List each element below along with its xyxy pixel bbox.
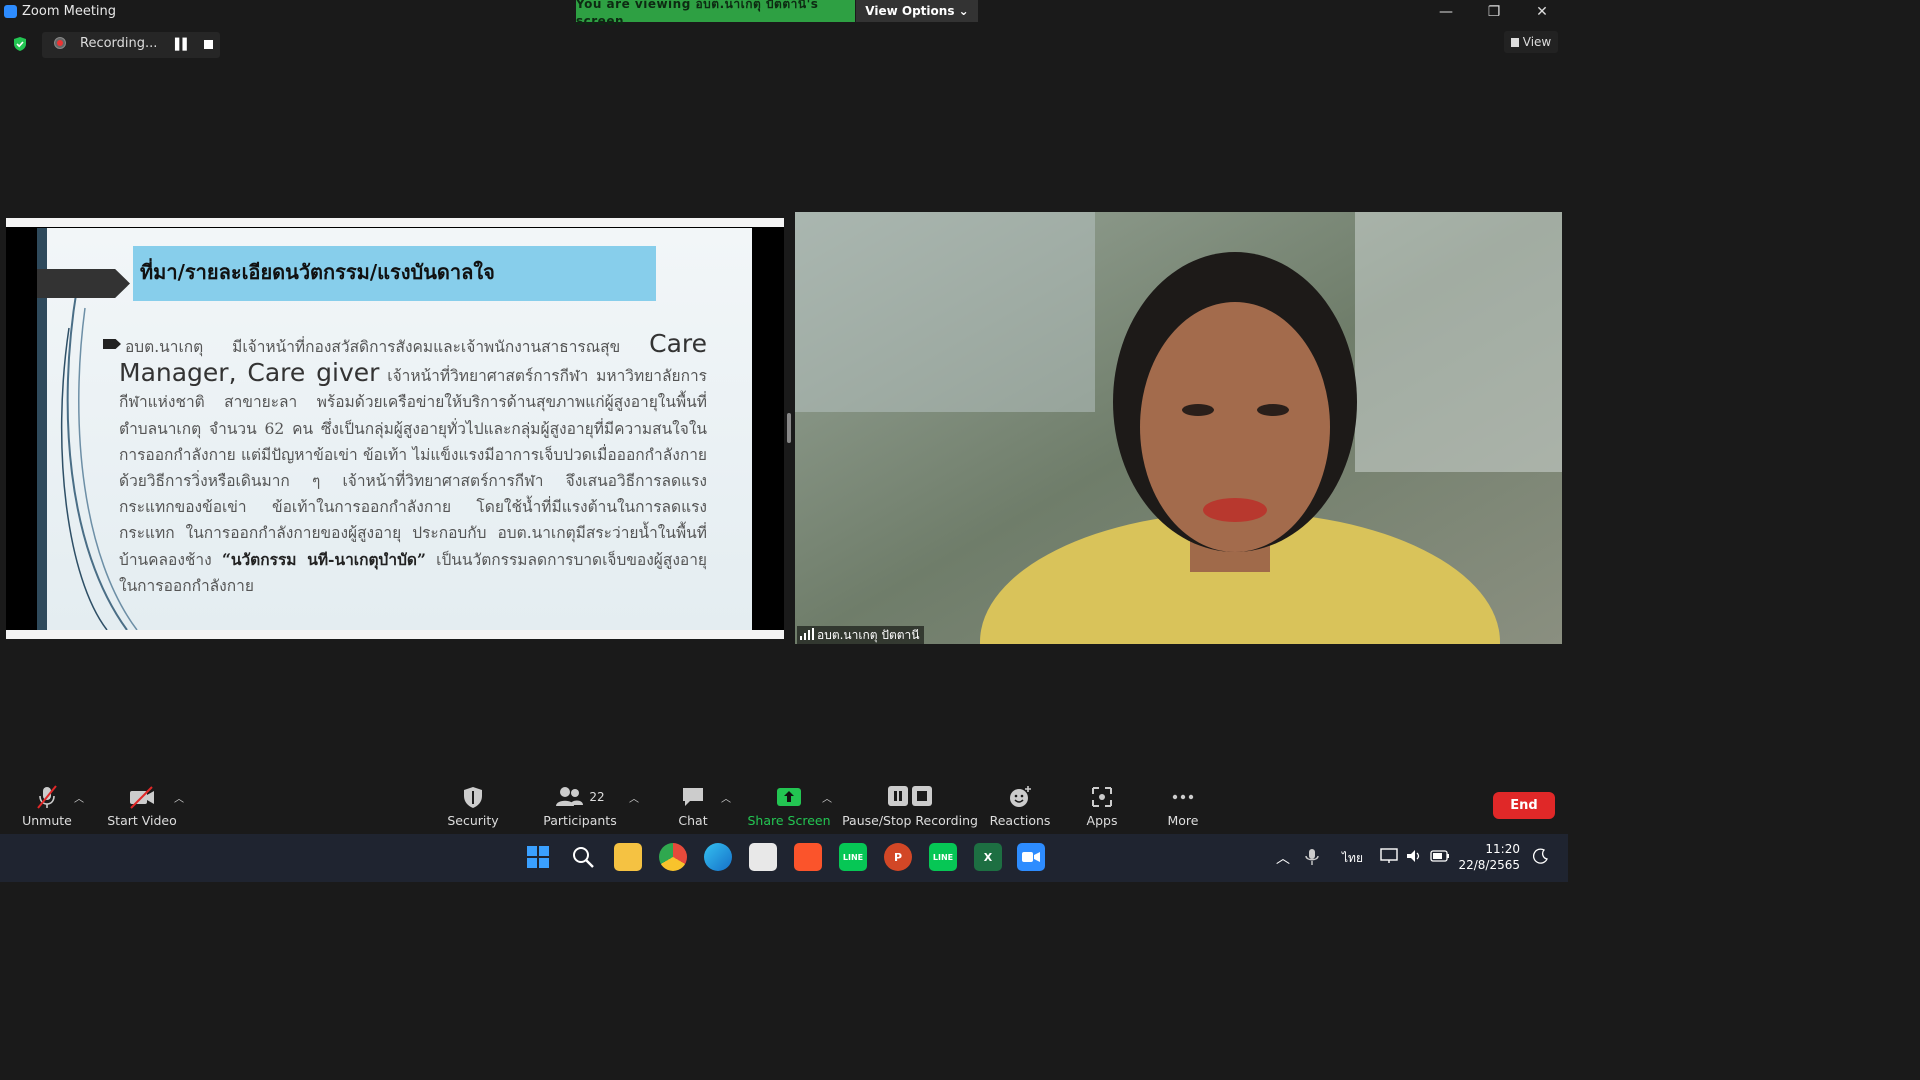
tray-chevron-up-icon[interactable]: ︿ [1276,848,1290,868]
view-options-button[interactable]: View Options ⌄ [856,0,978,22]
recording-label: Recording... [80,36,158,51]
powerpoint-statusbar [6,630,784,639]
participants-icon: 22 [555,784,605,810]
slide-title: ที่มา/รายละเอียดนวัตกรรม/แรงบันดาลใจ [140,260,495,284]
start-video-button[interactable]: Start Video [82,784,202,828]
participants-count: 22 [589,790,605,804]
share-screen-icon [776,784,802,810]
tray-network-icon[interactable] [1380,848,1398,864]
stop-recording-icon[interactable] [204,40,213,49]
more-dots-icon [1170,784,1196,810]
panel-splitter-handle[interactable] [787,413,791,443]
view-layout-icon [1510,37,1519,47]
zoom-taskbar-icon[interactable] [1017,843,1045,871]
apps-label: Apps [1086,813,1118,828]
presentation-slide: ที่มา/รายละเอียดนวัตกรรม/แรงบันดาลใจ อบต… [37,228,752,630]
tray-microphone-icon[interactable] [1305,848,1319,866]
pause-recording-icon[interactable]: ▌▌ [175,38,191,51]
windows-start-icon[interactable] [524,843,552,871]
chat-bubble-icon [680,784,706,810]
chrome-icon[interactable] [659,843,687,871]
powerpoint-titlebar [6,218,784,227]
restore-button[interactable]: ❐ [1474,2,1514,22]
edge-icon[interactable] [704,843,732,871]
reactions-smiley-icon [1007,784,1033,810]
pause-stop-icon [886,784,934,810]
slide-title-arrow [37,269,130,298]
zoom-logo-icon [4,5,17,18]
signal-strength-icon [800,628,814,640]
close-button[interactable]: ✕ [1522,2,1562,22]
line-app-icon[interactable]: LINE [839,843,867,871]
slide-body-part1: อบต.นาเกตุ มีเจ้าหน้าที่กองสวัสดิการสังค… [125,338,650,356]
apps-icon [1089,784,1115,810]
recording-dot-icon [54,37,66,49]
end-meeting-button[interactable]: End [1493,792,1555,819]
pause-stop-recording-label: Pause/Stop Recording [842,813,978,828]
participant-name-label: อบต.นาเกตุ ปัตตานี [797,626,924,644]
view-button[interactable]: View [1504,31,1558,53]
pause-stop-recording-button[interactable]: Pause/Stop Recording [842,784,978,828]
brave-browser-icon[interactable] [794,843,822,871]
slide-body-part2: เจ้าหน้าที่วิทยาศาสตร์การกีฬา มหาวิทยาลั… [119,367,707,569]
slide-body-text: อบต.นาเกตุ มีเจ้าหน้าที่กองสวัสดิการสังค… [119,330,707,599]
more-button[interactable]: More [1123,784,1243,828]
tray-language[interactable]: ไทย [1342,849,1363,868]
view-button-label: View [1522,35,1552,49]
share-options-chevron-icon[interactable]: ︿ [822,790,832,805]
encryption-shield-icon[interactable] [12,36,28,52]
slide-body-innovation-name: “นวัตกรรม นที-นาเกตุบำบัด” [221,549,426,569]
security-label: Security [447,813,499,828]
video-options-chevron-icon[interactable]: ︿ [174,790,184,805]
microphone-muted-icon [34,784,60,810]
search-icon[interactable] [569,843,597,871]
windows-taskbar [0,834,1568,882]
viewing-screen-banner: You are viewing อบต.นาเกตุ ปัตตานี's scr… [576,0,855,28]
unmute-label: Unmute [22,813,72,828]
microsoft-store-icon[interactable] [749,843,777,871]
more-label: More [1167,813,1199,828]
powerpoint-icon[interactable]: P [884,843,912,871]
participant-video-placeholder [795,212,1562,644]
tray-volume-icon[interactable] [1405,848,1423,864]
security-shield-icon [461,784,485,810]
participants-button[interactable]: 22 Participants [520,784,640,828]
tray-clock-time[interactable]: 11:20 [1478,842,1520,856]
chat-label: Chat [678,813,708,828]
security-button[interactable]: Security [413,784,533,828]
tray-focus-moon-icon[interactable] [1533,848,1549,864]
minimize-button[interactable]: — [1426,2,1466,22]
participant-video [795,212,1562,644]
share-screen-label: Share Screen [747,813,831,828]
tray-battery-icon[interactable] [1430,849,1450,863]
start-video-label: Start Video [107,813,177,828]
tray-clock-date[interactable]: 22/8/2565 [1456,858,1520,872]
video-off-icon [128,784,156,810]
file-explorer-icon[interactable] [614,843,642,871]
line-app-2-icon[interactable]: LINE [929,843,957,871]
window-title: Zoom Meeting [22,4,117,19]
participants-label: Participants [543,813,617,828]
excel-icon[interactable]: X [974,843,1002,871]
